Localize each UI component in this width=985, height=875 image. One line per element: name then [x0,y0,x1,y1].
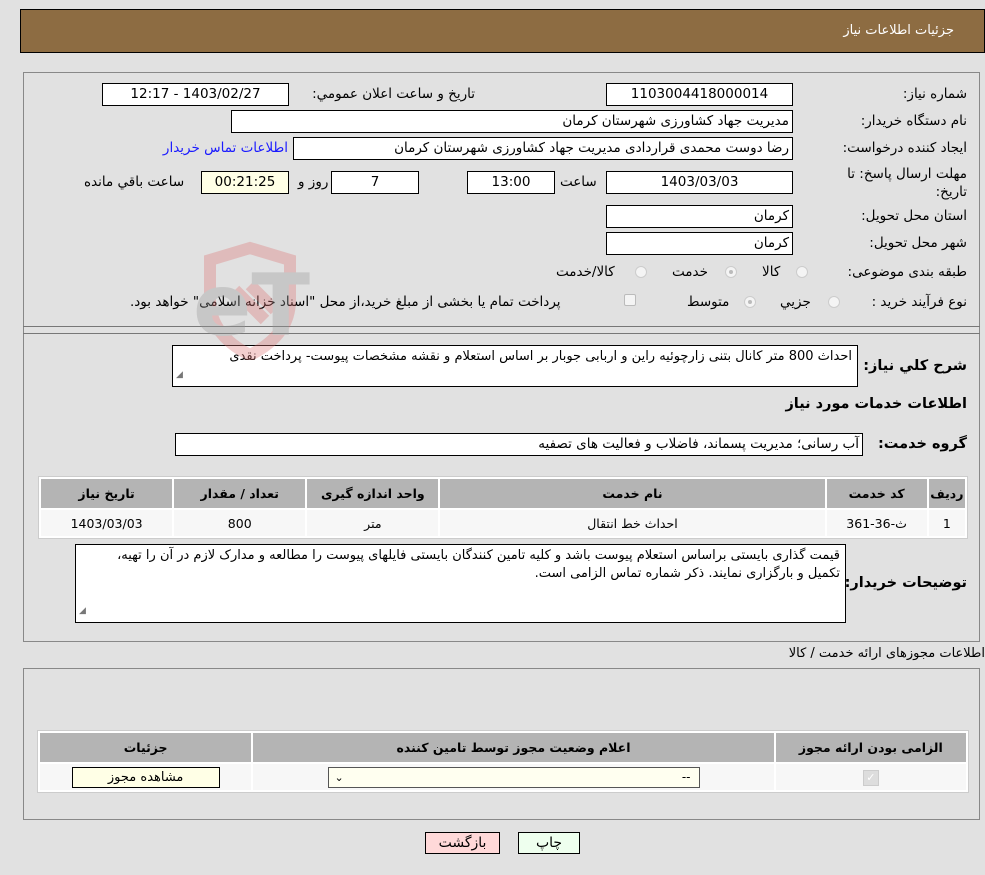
treasury-checkbox[interactable] [624,294,636,306]
divider [23,333,980,334]
days-remaining-field[interactable]: 7 [331,171,419,194]
permit-status-value: -- [681,769,691,784]
province-field[interactable]: کرمان [606,205,793,228]
services-table-header: ردیف کد خدمت نام خدمت واحد اندازه گیری ت… [41,479,965,508]
cell-row-number: 1 [928,510,965,536]
requester-label: ایجاد کننده درخواست: [842,140,967,156]
days-label: روز و [298,174,329,190]
view-permit-button[interactable]: مشاهده مجوز [71,766,220,788]
chevron-down-icon: ⌄ [334,770,344,784]
process-type-label: نوع فرآیند خرید : [871,294,967,310]
col-service-code: کد خدمت [826,479,927,508]
category-radio-service[interactable] [725,266,737,278]
col-permit-status: اعلام وضعیت مجوز توسط تامین کننده [253,733,774,762]
cell-unit: متر [307,510,439,536]
col-row-number: ردیف [928,479,965,508]
cell-service-name: احداث خط انتقال [440,510,825,536]
category-radio-goods[interactable] [796,266,808,278]
cell-permit-details: مشاهده مجوز [40,764,252,790]
cell-permit-required: ✓ [775,764,966,790]
need-number-label: شماره نیاز: [902,86,967,102]
table-row: 1 ث-36-361 احداث خط انتقال متر 800 1403/… [41,510,965,536]
remaining-time-field[interactable]: 00:21:25 [201,171,289,194]
print-button[interactable]: چاپ [518,832,580,854]
city-label: شهر محل تحویل: [869,235,967,251]
permits-table: الزامی بودن ارائه مجوز اعلام وضعیت مجوز … [37,730,969,793]
process-radio-medium[interactable] [744,296,756,308]
permits-title: اطلاعات مجوزهای ارائه خدمت / کالا [788,646,985,661]
col-need-date: تاریخ نیاز [41,479,173,508]
divider [23,326,980,327]
col-quantity: تعداد / مقدار [174,479,306,508]
service-group-label: گروه خدمت: [877,436,967,452]
cell-service-code: ث-36-361 [826,510,927,536]
category-radio-goods-service[interactable] [635,266,647,278]
buyer-org-field[interactable]: مدیریت جهاد کشاورزی شهرستان کرمان [231,110,793,133]
service-group-field[interactable]: آب رسانی؛ مدیریت پسماند، فاضلاب و فعالیت… [175,433,863,456]
deadline-time-label: ساعت [560,174,597,190]
remaining-time-label: ساعت باقي مانده [84,174,185,190]
col-service-name: نام خدمت [440,479,825,508]
permit-required-checkbox[interactable]: ✓ [862,769,879,786]
permit-status-select[interactable]: -- ⌄ [327,766,700,788]
buyer-contact-link[interactable]: اطلاعات تماس خریدار [163,140,288,156]
deadline-date-field[interactable]: 1403/03/03 [606,171,793,194]
province-label: استان محل تحویل: [861,208,967,224]
treasury-checkbox-label: پرداخت تمام یا بخشی از مبلغ خرید،از محل … [130,294,561,310]
description-textarea[interactable]: احداث 800 متر کانال بتنی زارچوئیه راین و… [172,345,858,387]
buyer-org-label: نام دستگاه خریدار: [860,113,967,129]
buyer-notes-text: قیمت گذاری بایستی براساس استعلام پیوست ب… [117,548,840,581]
announce-date-label: تاریخ و ساعت اعلان عمومي: [312,86,475,102]
services-table: ردیف کد خدمت نام خدمت واحد اندازه گیری ت… [38,476,968,539]
announce-date-field[interactable]: 1403/02/27 - 12:17 [102,83,289,106]
city-field[interactable]: کرمان [606,232,793,255]
process-option-medium: متوسط [687,294,730,310]
permits-table-header: الزامی بودن ارائه مجوز اعلام وضعیت مجوز … [40,733,966,762]
table-row: ✓ -- ⌄ مشاهده مجوز [40,764,966,790]
description-text: احداث 800 متر کانال بتنی زارچوئیه راین و… [229,349,852,364]
col-permit-required: الزامی بودن ارائه مجوز [775,733,966,762]
category-option-goods-service: کالا/خدمت [556,264,615,280]
deadline-label: مهلت ارسال پاسخ: تا تاریخ: [847,166,967,200]
resize-grip-icon[interactable]: ◢ [79,602,86,620]
page-title: جزئیات اطلاعات نیاز [843,23,954,38]
page-header: جزئیات اطلاعات نیاز [20,9,985,53]
cell-need-date: 1403/03/03 [41,510,173,536]
process-option-minor: جزيي [780,294,811,310]
category-option-goods: کالا [762,264,781,280]
buyer-notes-textarea[interactable]: قیمت گذاری بایستی براساس استعلام پیوست ب… [75,544,846,623]
cell-quantity: 800 [174,510,306,536]
category-label: طبقه بندی موضوعی: [847,264,967,280]
need-number-field[interactable]: 1103004418000014 [606,83,793,106]
requester-field[interactable]: رضا دوست محمدی قراردادی مدیریت جهاد کشاو… [293,137,793,160]
process-radio-minor[interactable] [828,296,840,308]
back-button[interactable]: بازگشت [425,832,500,854]
cell-permit-status: -- ⌄ [253,764,774,790]
buyer-notes-label: توضیحات خریدار: [844,575,967,591]
deadline-time-field[interactable]: 13:00 [467,171,555,194]
services-heading: اطلاعات خدمات مورد نیاز [785,396,967,412]
col-permit-details: جزئیات [40,733,252,762]
resize-grip-icon[interactable]: ◢ [176,366,183,384]
col-unit: واحد اندازه گیری [307,479,439,508]
category-option-service: خدمت [672,264,708,280]
description-label: شرح کلي نیاز: [863,358,967,374]
